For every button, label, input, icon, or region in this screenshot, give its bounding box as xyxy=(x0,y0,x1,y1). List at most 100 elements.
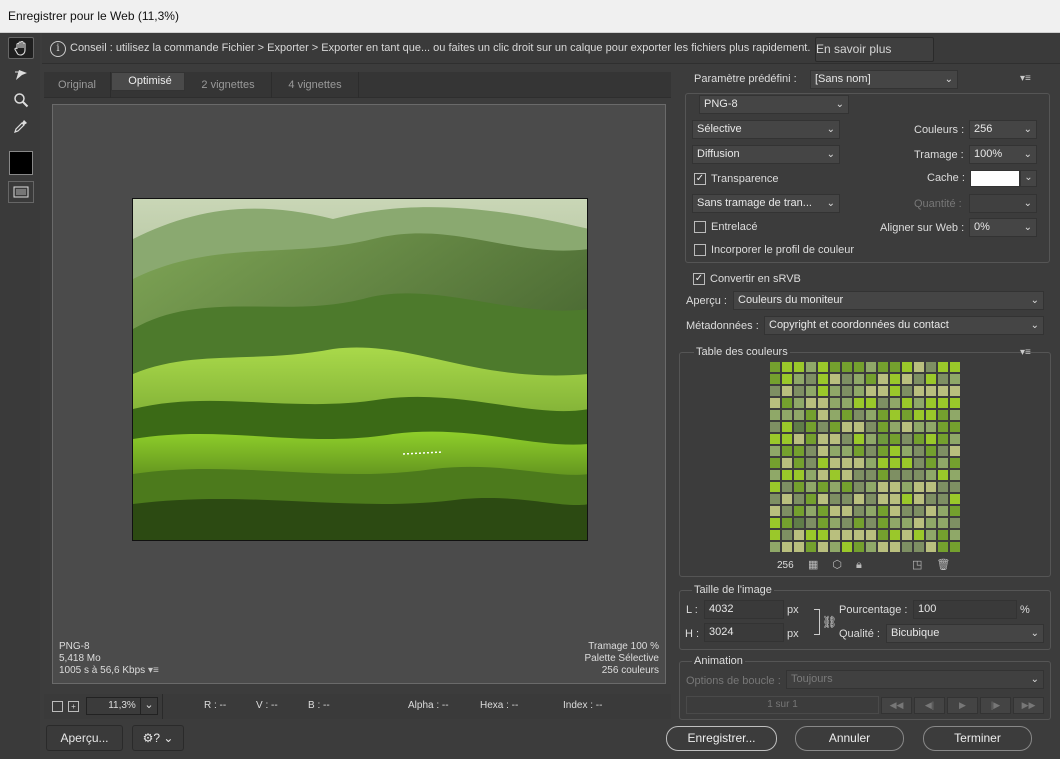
color-swatch[interactable] xyxy=(769,409,781,421)
color-swatch[interactable] xyxy=(853,409,865,421)
color-swatch[interactable] xyxy=(805,493,817,505)
color-table-grid[interactable] xyxy=(769,361,961,553)
dither-algorithm-select[interactable]: Diffusion ⌄ xyxy=(692,145,840,164)
color-swatch[interactable] xyxy=(817,517,829,529)
color-swatch[interactable] xyxy=(781,529,793,541)
color-swatch[interactable] xyxy=(781,469,793,481)
color-swatch[interactable] xyxy=(913,505,925,517)
color-swatch[interactable] xyxy=(793,361,805,373)
color-swatch[interactable] xyxy=(877,409,889,421)
optimize-menu-icon[interactable]: ▾≡ xyxy=(1020,73,1031,84)
color-swatch[interactable] xyxy=(865,409,877,421)
color-swatch[interactable] xyxy=(793,505,805,517)
transparency-dither-select[interactable]: Sans tramage de tran... ⌄ xyxy=(692,194,840,213)
color-swatch[interactable] xyxy=(949,373,961,385)
save-button[interactable]: Enregistrer... xyxy=(666,726,777,751)
color-swatch[interactable] xyxy=(889,361,901,373)
color-swatch[interactable] xyxy=(901,457,913,469)
color-swatch[interactable] xyxy=(913,529,925,541)
preview-pane[interactable]: PNG-8 5,418 Mo 1005 s à 56,6 Kbps ▾≡ Tra… xyxy=(52,104,666,684)
color-swatch[interactable] xyxy=(865,541,877,553)
color-swatch[interactable] xyxy=(817,397,829,409)
slice-select-icon[interactable] xyxy=(8,63,34,85)
color-swatch[interactable] xyxy=(937,505,949,517)
amount-field[interactable]: ⌄ xyxy=(969,194,1037,213)
color-swatch[interactable] xyxy=(889,505,901,517)
done-button[interactable]: Terminer xyxy=(923,726,1032,751)
color-swatch[interactable] xyxy=(913,397,925,409)
color-swatch[interactable] xyxy=(841,457,853,469)
color-swatch[interactable] xyxy=(853,481,865,493)
eyedropper-icon[interactable] xyxy=(8,115,34,137)
quality-select[interactable]: Bicubique ⌄ xyxy=(886,624,1044,643)
color-swatch[interactable] xyxy=(829,517,841,529)
metadata-select[interactable]: Copyright et coordonnées du contact ⌄ xyxy=(764,316,1044,335)
color-swatch[interactable] xyxy=(901,409,913,421)
color-swatch[interactable] xyxy=(817,481,829,493)
color-swatch[interactable] xyxy=(949,505,961,517)
color-swatch[interactable] xyxy=(781,517,793,529)
color-swatch[interactable] xyxy=(829,493,841,505)
color-swatch[interactable] xyxy=(925,505,937,517)
color-swatch[interactable] xyxy=(865,385,877,397)
color-swatch[interactable] xyxy=(913,517,925,529)
height-field[interactable]: 3024 xyxy=(704,623,784,642)
color-swatch[interactable] xyxy=(913,457,925,469)
color-swatch[interactable] xyxy=(853,493,865,505)
color-swatch[interactable] xyxy=(937,493,949,505)
color-swatch[interactable] xyxy=(841,505,853,517)
color-swatch[interactable] xyxy=(901,481,913,493)
color-swatch[interactable] xyxy=(841,361,853,373)
color-swatch[interactable] xyxy=(925,517,937,529)
device-central-button[interactable]: ⚙? ⌄ xyxy=(132,725,184,751)
preview-select[interactable]: Couleurs du moniteur ⌄ xyxy=(733,291,1044,310)
color-swatch[interactable] xyxy=(805,457,817,469)
color-swatch[interactable] xyxy=(853,385,865,397)
color-swatch[interactable] xyxy=(805,505,817,517)
color-swatch[interactable] xyxy=(853,373,865,385)
srgb-checkbox[interactable]: ✓ xyxy=(693,273,705,285)
color-swatch[interactable] xyxy=(793,481,805,493)
first-frame-icon[interactable]: ◀◀ xyxy=(881,697,912,714)
color-swatch[interactable] xyxy=(937,373,949,385)
color-swatch[interactable] xyxy=(865,457,877,469)
color-swatch[interactable] xyxy=(925,493,937,505)
color-swatch[interactable] xyxy=(829,361,841,373)
color-swatch[interactable] xyxy=(865,529,877,541)
color-swatch[interactable] xyxy=(949,361,961,373)
last-frame-icon[interactable]: ▶▶ xyxy=(1013,697,1044,714)
color-swatch[interactable] xyxy=(841,385,853,397)
new-color-icon[interactable]: ◳ xyxy=(912,559,936,571)
color-swatch[interactable] xyxy=(805,541,817,553)
color-swatch[interactable] xyxy=(817,385,829,397)
color-swatch[interactable] xyxy=(817,373,829,385)
color-swatch[interactable] xyxy=(853,541,865,553)
width-field[interactable]: 4032 xyxy=(704,600,784,619)
color-swatch[interactable] xyxy=(937,361,949,373)
embed-profile-checkbox[interactable] xyxy=(694,244,706,256)
color-swatch[interactable] xyxy=(769,457,781,469)
color-swatch[interactable] xyxy=(793,469,805,481)
delete-color-icon[interactable]: 🗑︎ xyxy=(936,559,964,571)
color-swatch[interactable] xyxy=(937,529,949,541)
color-swatch[interactable] xyxy=(805,445,817,457)
color-swatch[interactable] xyxy=(925,529,937,541)
color-swatch[interactable] xyxy=(901,469,913,481)
color-swatch[interactable] xyxy=(805,481,817,493)
color-swatch[interactable] xyxy=(865,445,877,457)
color-swatch[interactable] xyxy=(925,469,937,481)
color-swatch[interactable] xyxy=(913,445,925,457)
color-swatch[interactable] xyxy=(901,541,913,553)
color-swatch[interactable] xyxy=(829,541,841,553)
color-swatch[interactable] xyxy=(829,397,841,409)
learn-more-button[interactable]: En savoir plus xyxy=(815,37,934,62)
map-transparency-icon[interactable]: ▦ xyxy=(808,559,832,571)
color-swatch[interactable] xyxy=(841,397,853,409)
color-swatch[interactable] xyxy=(949,433,961,445)
color-swatch[interactable] xyxy=(853,397,865,409)
color-swatch[interactable] xyxy=(841,469,853,481)
color-swatch[interactable] xyxy=(829,385,841,397)
color-swatch[interactable] xyxy=(925,457,937,469)
color-swatch[interactable] xyxy=(925,361,937,373)
color-swatch[interactable] xyxy=(841,445,853,457)
